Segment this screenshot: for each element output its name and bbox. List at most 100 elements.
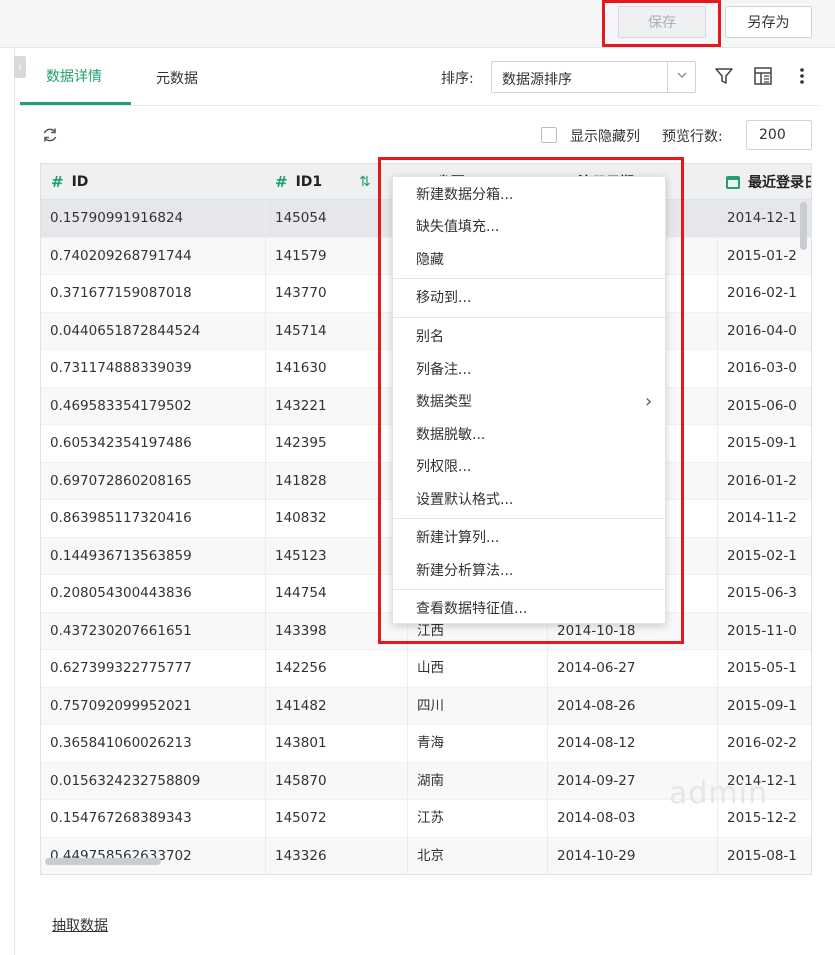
context-menu-item[interactable]: 数据类型 › [393, 386, 665, 418]
table-cell: 2015-06-0 [727, 397, 797, 414]
table-cell: 0.0440651872844524 [50, 322, 201, 339]
table-cell: 145714 [275, 322, 327, 339]
vertical-scrollbar[interactable] [798, 200, 808, 860]
tab-data-details[interactable]: 数据详情 [20, 50, 131, 105]
chevron-right-icon: › [645, 391, 653, 412]
table-cell: 145123 [275, 547, 327, 564]
table-cell: 江苏 [417, 810, 444, 826]
table-cell: 140832 [275, 510, 327, 526]
context-menu-item[interactable]: 新建数据分箱... [393, 179, 665, 211]
table-cell: 2014-06-27 [557, 660, 636, 676]
table-cell: 青海 [417, 735, 444, 751]
table-cell: 2015-01-2 [727, 247, 797, 264]
table-row[interactable]: 0.449758562633702 143326 北京 2014-10-29 2015-… [41, 837, 811, 874]
context-menu-item[interactable]: 数据脱敏... [393, 419, 665, 451]
context-menu-item-label: 移动到... [416, 290, 472, 306]
context-menu-item[interactable]: 别名 [393, 321, 665, 353]
context-menu-item[interactable]: 列备注... [393, 354, 665, 386]
refresh-icon[interactable] [40, 125, 60, 145]
save-as-button[interactable]: 另存为 [725, 6, 812, 38]
column-header-label: 最近登录日期 [748, 175, 811, 191]
number-type-icon: # [51, 173, 64, 191]
column-header-last-login-date[interactable]: 最近登录日期 [726, 164, 811, 200]
preview-rows-label: 预览行数: [662, 129, 723, 145]
table-cell: 2014-08-12 [557, 735, 636, 751]
sort-select[interactable]: 数据源排序 [491, 61, 696, 93]
table-cell: 0.15790991916824 [50, 210, 184, 226]
table-cell: 2015-05-1 [727, 660, 797, 676]
table-cell: 2014-11-2 [727, 510, 797, 526]
table-cell: 2015-08-1 [727, 847, 797, 864]
table-cell: 0.697072860208165 [50, 472, 192, 489]
preview-rows-input[interactable]: 200 [746, 120, 812, 150]
table-cell: 0.437230207661651 [50, 622, 192, 639]
table-cell: 2015-11-0 [727, 622, 797, 639]
table-cell: 0.0156324232758809 [50, 772, 201, 789]
table-cell: 145054 [275, 210, 327, 226]
context-menu-item[interactable]: 隐藏 [393, 244, 665, 276]
column-header-id[interactable]: # ID [51, 164, 251, 200]
column-header-label: ID1 [295, 174, 323, 190]
table-cell: 141630 [275, 360, 327, 376]
save-button[interactable]: 保存 [618, 6, 706, 38]
context-menu-item-label: 新建数据分箱... [416, 187, 514, 203]
context-menu-item-label: 列权限... [416, 459, 472, 475]
table-cell: 2015-09-1 [727, 435, 797, 451]
table-cell: 141482 [275, 697, 327, 714]
context-menu-item[interactable]: 列权限... [393, 451, 665, 483]
table-cell: 0.863985117320416 [50, 510, 192, 526]
column-settings-icon[interactable] [751, 64, 775, 88]
filter-icon[interactable] [712, 64, 736, 88]
sort-toggle-icon[interactable]: ⇅ [359, 164, 379, 200]
context-menu-item[interactable]: 查看数据特征值... [393, 593, 665, 625]
number-type-icon: # [275, 173, 288, 191]
more-icon[interactable] [792, 64, 812, 88]
table-row[interactable]: 0.757092099952021 141482 四川 2014-08-26 2015-… [41, 687, 811, 725]
table-cell: 0.740209268791744 [50, 247, 192, 264]
column-header-label: ID [71, 174, 89, 190]
tab-bar: 数据详情 元数据 [20, 50, 820, 106]
menu-separator [393, 518, 665, 519]
context-menu-item[interactable]: 新建计算列... [393, 522, 665, 554]
menu-separator [393, 278, 665, 279]
show-hidden-label: 显示隐藏列 [570, 129, 640, 145]
table-cell: 2014-12-1 [727, 210, 797, 226]
table-cell: 143326 [275, 847, 327, 864]
table-cell: 0.144936713563859 [50, 547, 192, 564]
table-cell: 2015-02-1 [727, 547, 797, 564]
table-cell: 143770 [275, 285, 327, 301]
context-menu-item[interactable]: 新建分析算法... [393, 555, 665, 587]
select-divider [667, 62, 668, 92]
context-menu-item[interactable]: 移动到... [393, 282, 665, 314]
context-menu-item-label: 新建计算列... [416, 530, 500, 546]
context-menu-item-label: 数据类型 [416, 394, 472, 410]
table-cell: 143398 [275, 622, 327, 639]
table-cell: 0.154767268389343 [50, 810, 192, 826]
extract-data-link[interactable]: 抽取数据 [52, 915, 108, 935]
table-cell: 0.731174888339039 [50, 360, 192, 376]
vertical-scroll-thumb[interactable] [800, 202, 807, 250]
context-menu-item-label: 查看数据特征值... [416, 601, 528, 617]
menu-separator [393, 317, 665, 318]
show-hidden-checkbox[interactable] [541, 127, 557, 143]
column-divider [265, 200, 266, 874]
table-row[interactable]: 0.627399322775777 142256 山西 2014-06-27 2015-… [41, 650, 811, 688]
context-menu-item[interactable]: 设置默认格式... [393, 484, 665, 516]
table-cell: 2016-02-2 [727, 735, 797, 751]
column-context-menu: 新建数据分箱... 缺失值填充... 隐藏 移动到... 别名 列备注... 数据类型 › 数据… [392, 176, 666, 624]
table-cell: 0.365841060026213 [50, 735, 192, 751]
table-row[interactable]: 0.365841060026213 143801 青海 2014-08-12 2016-… [41, 725, 811, 763]
context-menu-item-label: 缺失值填充... [416, 219, 500, 235]
top-toolbar [0, 0, 835, 48]
context-menu-item-label: 别名 [416, 329, 444, 345]
horizontal-scroll-thumb[interactable] [45, 858, 161, 865]
table-cell: 0.757092099952021 [50, 697, 192, 714]
tab-metadata[interactable]: 元数据 [156, 50, 198, 105]
table-cell: 141579 [275, 247, 327, 264]
table-cell: 2015-09-1 [727, 697, 797, 714]
context-menu-item[interactable]: 缺失值填充... [393, 211, 665, 243]
context-menu-item-label: 隐藏 [416, 252, 444, 268]
table-cell: 142256 [275, 660, 327, 676]
chevron-down-icon [675, 68, 689, 85]
table-cell: 0.627399322775777 [50, 660, 192, 676]
